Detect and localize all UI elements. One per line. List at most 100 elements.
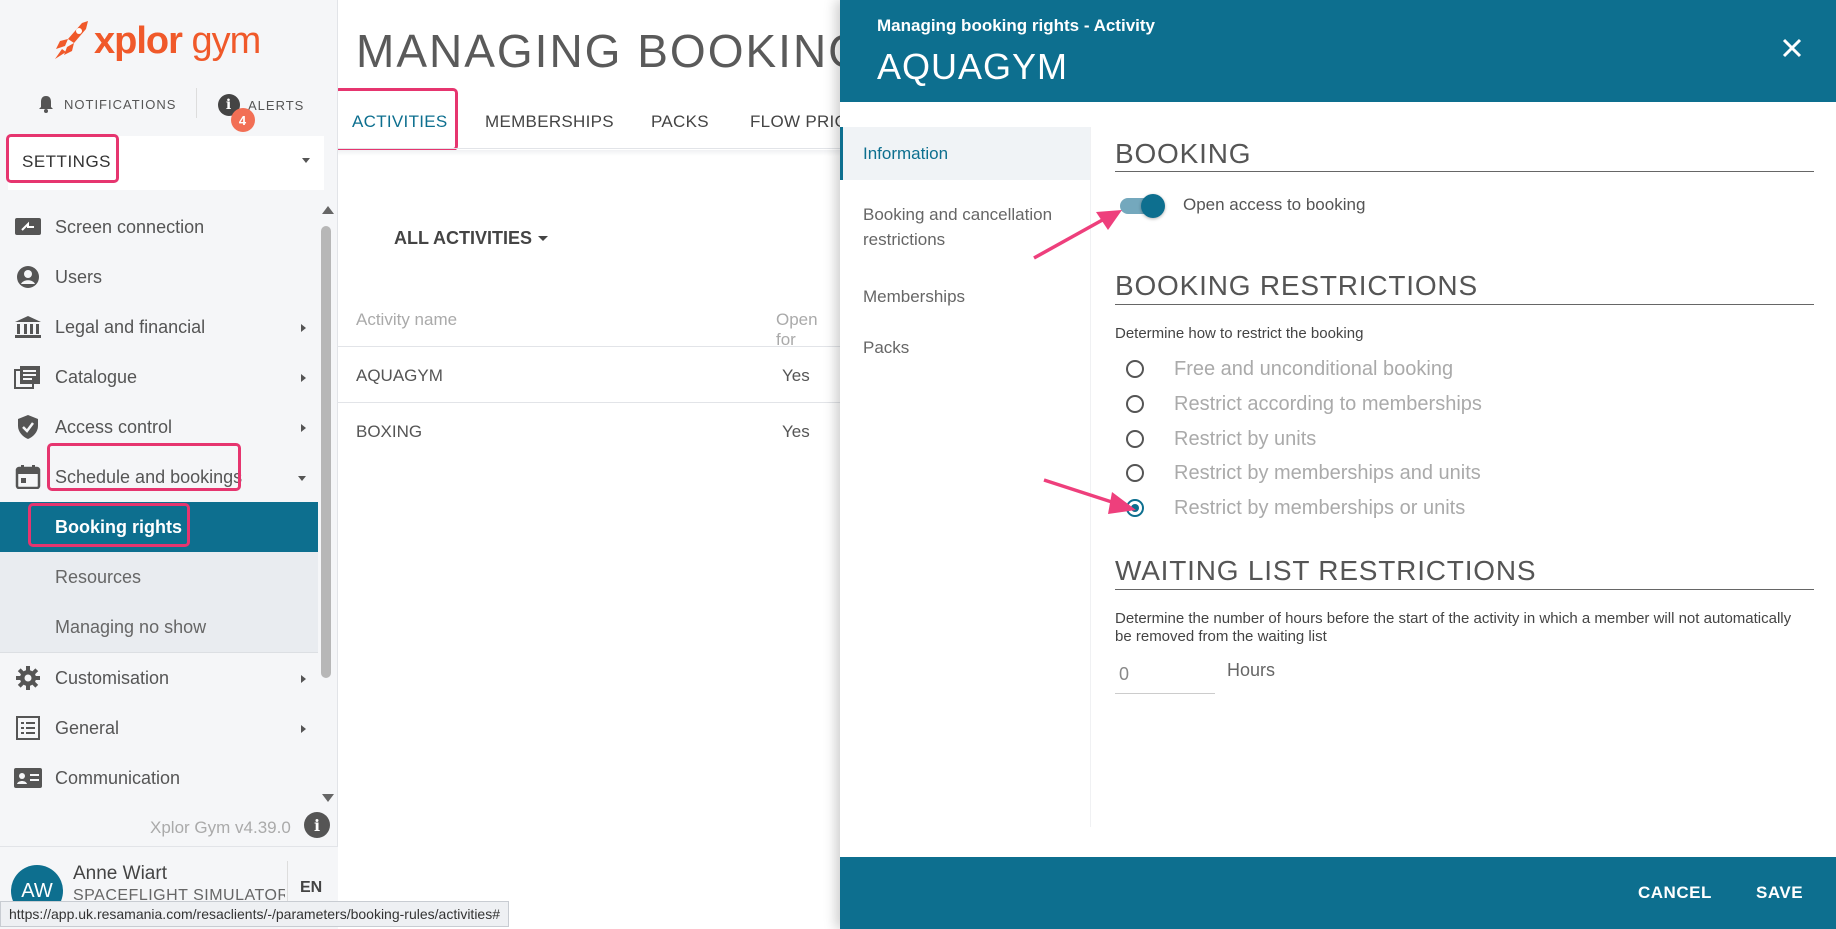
menu-item-booking-rights[interactable]: Booking rights <box>0 502 318 552</box>
menu-item-schedule-bookings[interactable]: Schedule and bookings <box>0 452 318 502</box>
panel-subtitle: Managing booking rights - Activity <box>877 16 1155 35</box>
chevron-right-icon <box>301 675 306 683</box>
menu-item-customisation[interactable]: Customisation <box>0 653 318 703</box>
menu-item-communication[interactable]: Communication <box>0 753 318 803</box>
section-select-value: SETTINGS <box>22 152 112 171</box>
radio-free-booking[interactable]: Free and unconditional booking <box>1126 357 1453 381</box>
radio-label: Restrict by memberships or units <box>1174 496 1466 519</box>
tab-shadow <box>338 150 840 156</box>
catalogue-icon <box>14 366 40 389</box>
xplor-gym-logo[interactable]: xplor gym <box>52 16 261 66</box>
scroll-down-arrow-icon[interactable] <box>322 794 334 802</box>
menu-item-label: Managing no show <box>55 616 207 637</box>
chevron-right-icon <box>301 324 306 332</box>
notifications-link[interactable]: NOTIFICATIONS <box>36 94 176 114</box>
waiting-help-text: Determine the number of hours before the… <box>1115 610 1792 645</box>
column-header-open-for[interactable]: Open for <box>776 310 840 350</box>
hours-label: Hours <box>1227 660 1276 680</box>
user-name: Anne Wiart <box>73 863 167 884</box>
radio-label: Restrict according to memberships <box>1174 392 1482 415</box>
section-divider <box>1115 589 1814 590</box>
section-title-booking: BOOKING <box>1115 138 1252 169</box>
panel-nav-booking-cancellation[interactable]: Booking and cancellation restrictions <box>840 188 1090 266</box>
sidebar: xplor gym NOTIFICATIONS i ALERTS 4 SETTI… <box>0 0 338 929</box>
alerts-link[interactable]: i ALERTS 4 <box>218 94 304 132</box>
toggle-knob <box>1141 194 1165 218</box>
notifications-label: NOTIFICATIONS <box>64 96 177 112</box>
settings-menu: Screen connection Users Legal and financ… <box>0 202 318 803</box>
calendar-icon <box>15 465 41 489</box>
tab-underline <box>338 148 840 149</box>
table-row-divider <box>338 402 840 403</box>
menu-item-catalogue[interactable]: Catalogue <box>0 352 318 402</box>
radio-button[interactable] <box>1126 430 1144 448</box>
activities-filter[interactable]: ALL ACTIVITIES <box>394 228 549 249</box>
menu-item-label: Booking rights <box>55 516 182 537</box>
column-header-activity-name[interactable]: Activity name <box>356 310 457 330</box>
panel-nav-information[interactable]: Information <box>840 127 1090 180</box>
radio-button[interactable] <box>1126 360 1144 378</box>
save-button[interactable]: SAVE <box>1756 883 1803 903</box>
sidebar-scrollbar[interactable] <box>320 206 334 802</box>
menu-item-label: Screen connection <box>55 216 205 237</box>
info-icon[interactable]: i <box>304 812 330 838</box>
panel-nav: Information Booking and cancellation res… <box>840 127 1090 374</box>
chevron-down-icon <box>298 476 306 481</box>
logo-wordmark: xplor gym <box>94 19 261 62</box>
menu-item-managing-no-show[interactable]: Managing no show <box>0 602 318 652</box>
scroll-thumb[interactable] <box>321 226 331 678</box>
menu-item-legal-financial[interactable]: Legal and financial <box>0 302 318 352</box>
radio-button-selected[interactable] <box>1126 499 1144 517</box>
menu-item-users[interactable]: Users <box>0 252 318 302</box>
cancel-button[interactable]: CANCEL <box>1638 883 1712 903</box>
radio-restrict-memberships-or-units[interactable]: Restrict by memberships or units <box>1126 496 1465 520</box>
menu-item-label: Resources <box>55 566 142 587</box>
panel-nav-memberships[interactable]: Memberships <box>840 270 1090 323</box>
section-select[interactable]: SETTINGS <box>8 136 324 190</box>
list-icon <box>16 716 40 740</box>
panel-footer: CANCEL SAVE <box>840 857 1836 929</box>
tab-flow-prio[interactable]: FLOW PRIO <box>750 112 840 132</box>
activity-name-cell: BOXING <box>356 422 423 441</box>
app-version: Xplor Gym v4.39.0 <box>150 818 291 837</box>
page-title: MANAGING BOOKING RI <box>356 25 840 77</box>
chevron-right-icon <box>301 374 306 382</box>
menu-item-label: Customisation <box>55 667 170 688</box>
filter-label: ALL ACTIVITIES <box>394 228 533 248</box>
radio-label: Free and unconditional booking <box>1174 357 1454 380</box>
language-switch[interactable]: EN <box>300 879 322 897</box>
menu-item-label: Schedule and bookings <box>55 466 243 487</box>
menu-item-screen-connection[interactable]: Screen connection <box>0 202 318 252</box>
menu-item-label: Access control <box>55 416 173 437</box>
menu-item-resources[interactable]: Resources <box>0 552 318 602</box>
panel-nav-packs[interactable]: Packs <box>840 321 1090 374</box>
section-title-waiting-list: WAITING LIST RESTRICTIONS <box>1115 555 1537 586</box>
section-title-booking-restrictions: BOOKING RESTRICTIONS <box>1115 270 1478 301</box>
menu-item-access-control[interactable]: Access control <box>0 402 318 452</box>
user-circle-icon <box>17 266 39 288</box>
tab-activities[interactable]: ACTIVITIES <box>352 112 448 132</box>
tab-memberships[interactable]: MEMBERSHIPS <box>485 112 614 132</box>
caret-down-icon <box>302 158 310 163</box>
bell-icon <box>39 96 53 113</box>
contact-card-icon <box>14 768 42 788</box>
menu-item-general[interactable]: General <box>0 703 318 753</box>
radio-restrict-units[interactable]: Restrict by units <box>1126 427 1316 451</box>
tab-packs[interactable]: PACKS <box>651 112 709 132</box>
section-divider <box>1115 304 1814 305</box>
panel-header: Managing booking rights - Activity AQUAG… <box>840 0 1836 102</box>
restrictions-help-text: Determine how to restrict the booking <box>1115 325 1364 342</box>
radio-restrict-memberships[interactable]: Restrict according to memberships <box>1126 392 1482 416</box>
open-access-label: Open access to booking <box>1183 195 1366 214</box>
section-divider <box>1115 171 1814 172</box>
hours-input[interactable] <box>1115 656 1215 694</box>
radio-button[interactable] <box>1126 395 1144 413</box>
radio-restrict-memberships-and-units[interactable]: Restrict by memberships and units <box>1126 461 1481 485</box>
scroll-up-arrow-icon[interactable] <box>322 206 334 214</box>
shield-icon <box>18 415 38 439</box>
close-icon[interactable] <box>1778 34 1806 62</box>
open-access-toggle[interactable] <box>1120 194 1165 218</box>
radio-button[interactable] <box>1126 464 1144 482</box>
screen-icon <box>15 218 41 235</box>
panel-title: AQUAGYM <box>877 46 1069 87</box>
